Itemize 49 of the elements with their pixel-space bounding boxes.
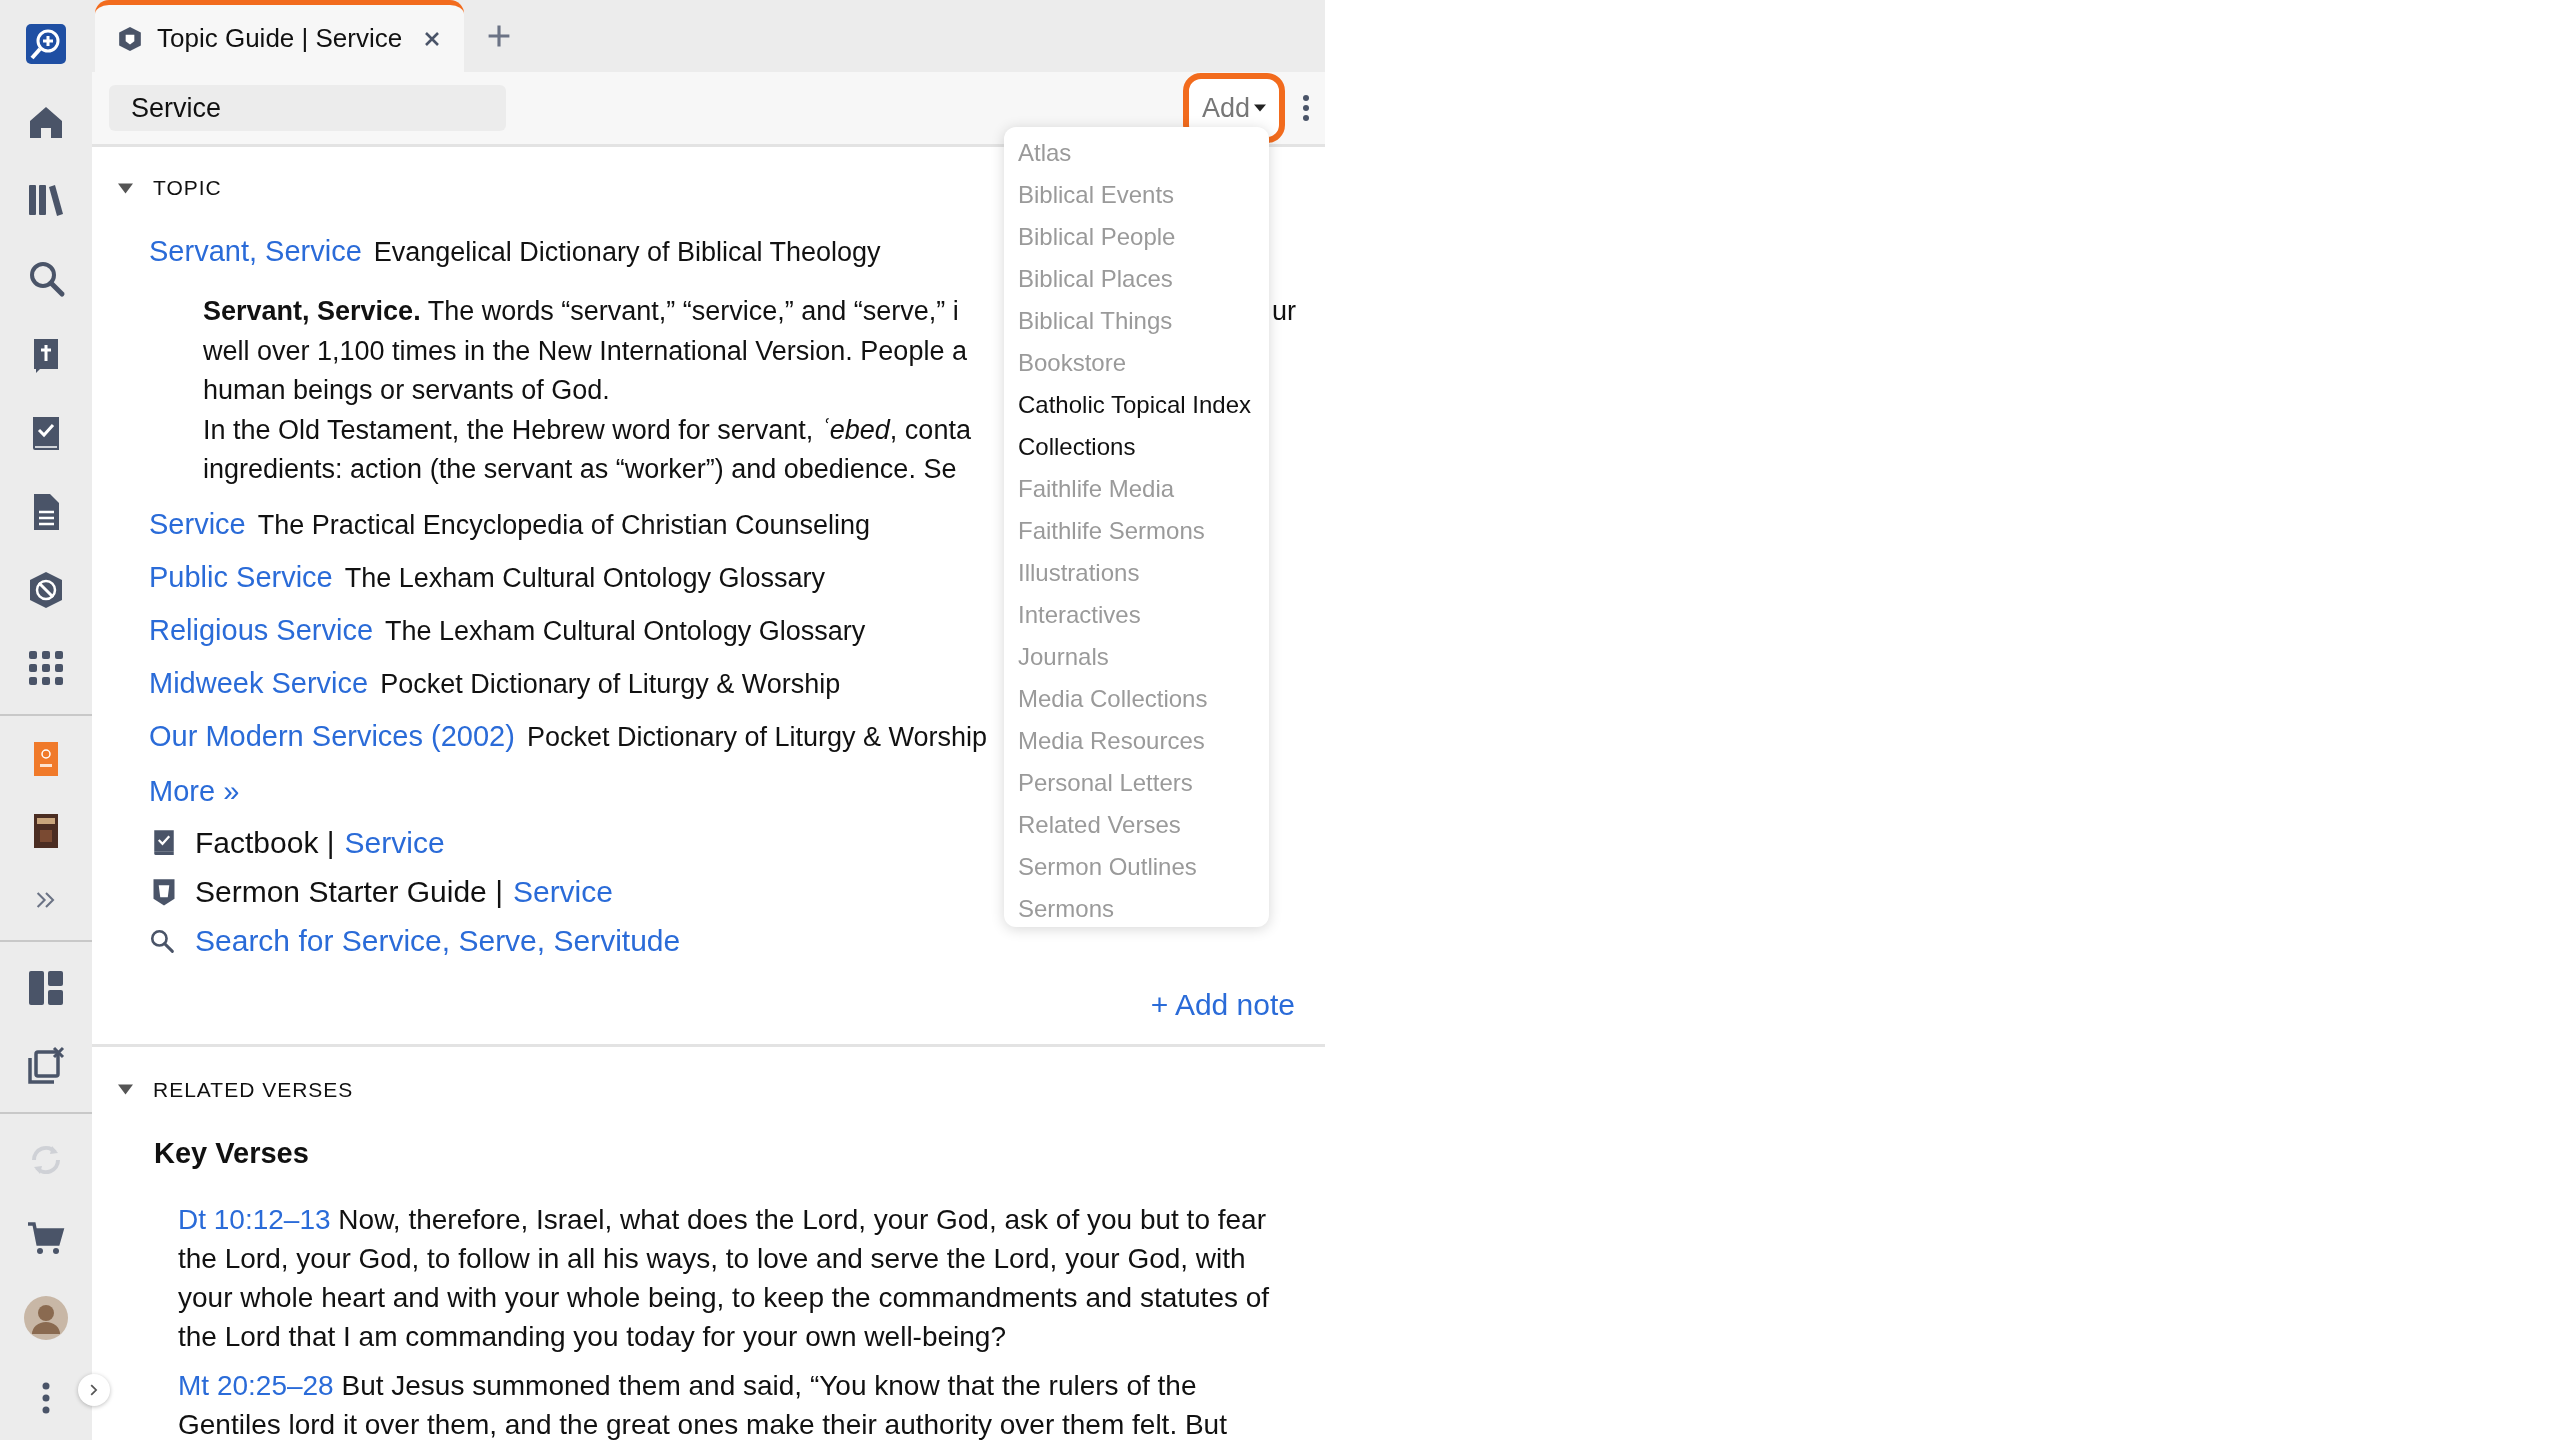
verse-text: Dt 10:12–13 Now, therefore, Israel, what does the Lord, your God, ask of you but to fear the Lord, your God, to follow in all his ways, to love and serve the Lord, your God, with your whole heart and with your whole being, to keep the commandments and statutes of the Lord that I am commanding you today for your own well-being? [177,1202,1271,1354]
section-heading: TOPIC [153,176,222,200]
layout-icon[interactable] [26,968,66,1008]
section-heading: RELATED VERSES [153,1077,354,1102]
menu-item[interactable]: Collections [1004,426,1269,468]
excerpt-text: human beings or servants of God. [203,374,610,407]
excerpt-text: Servant, Service. The words “servant,” “service,” and “serve,” i [203,295,959,328]
article-link[interactable]: Service [149,497,246,551]
more-icon[interactable] [1301,93,1311,123]
book-cover-icon[interactable] [34,814,58,848]
article-source: The Lexham Cultural Ontology Glossary [385,614,866,648]
search-field[interactable]: Service [109,85,506,131]
excerpt-text: ur [1272,295,1296,328]
guide-name: Sermon Starter Guide | [195,875,503,909]
excerpt-text: well over 1,100 times in the New International Version. People a [203,334,967,368]
tab-title: Topic Guide | Service [157,23,403,54]
article-source: The Lexham Cultural Ontology Glossary [344,561,825,595]
document-tab[interactable]: Topic Guide | Service [95,0,464,72]
verse-text: Mt 20:25–28 But Jesus summoned them and said, “You know that the rulers of the Gentiles lord it over them, and the great ones make their authority over them felt. But [177,1368,1228,1440]
verse-link[interactable]: Dt 10:12–13 [178,1203,331,1235]
excerpt-text: ingredients: action (the servant as “worker”) and obedience. Se [203,453,957,486]
article-source: The Practical Encyclopedia of Christian Counseling [257,508,870,542]
search-link[interactable]: Search for Service, Serve, Servitude [195,924,681,958]
topic-guide-icon [117,25,143,52]
article-source: Pocket Dictionary of Liturgy & Worship [526,720,988,754]
article-source: Pocket Dictionary of Liturgy & Worship [380,667,841,701]
verse-link[interactable]: Mt 20:25–28 [178,1369,334,1401]
article-source: Evangelical Dictionary of Biblical Theology [373,236,881,269]
guide-name: Factbook | [195,826,335,860]
subheading: Key Verses [153,1135,310,1170]
article-link[interactable]: Midweek Service [149,656,369,710]
article-link[interactable]: Public Service [149,550,333,604]
more-link[interactable]: More » [149,774,240,807]
new-tab-icon[interactable] [486,23,512,49]
guide-link[interactable]: Service [512,875,613,909]
collapse-triangle-icon[interactable] [118,1082,133,1097]
caret-icon [1254,104,1266,112]
search-icon [149,928,175,954]
guide-link[interactable]: Service [344,826,445,860]
article-link[interactable]: Servant, Service [149,225,362,278]
article-link[interactable]: Religious Service [149,603,374,657]
add-note-link[interactable]: + Add note [1150,987,1295,1022]
close-windows-icon[interactable] [26,1046,66,1086]
avatar[interactable] [24,1296,68,1340]
apps-grid-icon[interactable] [26,648,66,688]
article-link[interactable]: Our Modern Services (2002) [149,709,515,763]
menu-item[interactable]: Catholic Topical Index [1004,384,1269,426]
excerpt-text: In the Old Testament, the Hebrew word for servant, ʿebed, conta [203,413,971,447]
app-logo-icon[interactable] [26,24,66,64]
